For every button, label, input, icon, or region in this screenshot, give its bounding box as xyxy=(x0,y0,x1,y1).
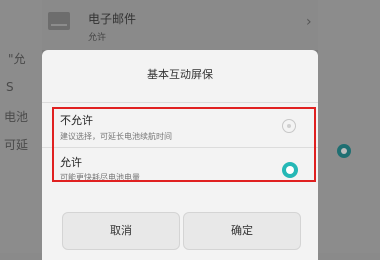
dialog-title: 基本互动屏保 xyxy=(147,68,213,81)
background-text-fragment: 电池 xyxy=(4,110,29,124)
background-left-column xyxy=(0,0,42,253)
email-row-title: 电子邮件 xyxy=(88,12,137,26)
confirm-button[interactable]: 确定 xyxy=(183,212,301,250)
background-radio-icon xyxy=(337,144,351,158)
background-text-fragment: 可延 xyxy=(4,138,29,152)
chevron-right-icon: › xyxy=(306,14,312,30)
background-right-column xyxy=(318,0,380,253)
divider xyxy=(42,102,318,103)
email-row-subtitle: 允许 xyxy=(88,33,107,43)
background-text-fragment: S xyxy=(6,80,14,94)
mail-icon xyxy=(48,12,70,30)
background-text-fragment: "允 xyxy=(8,52,26,66)
cancel-button[interactable]: 取消 xyxy=(62,212,180,250)
background-email-row[interactable] xyxy=(42,0,318,50)
highlight-box xyxy=(52,107,316,182)
